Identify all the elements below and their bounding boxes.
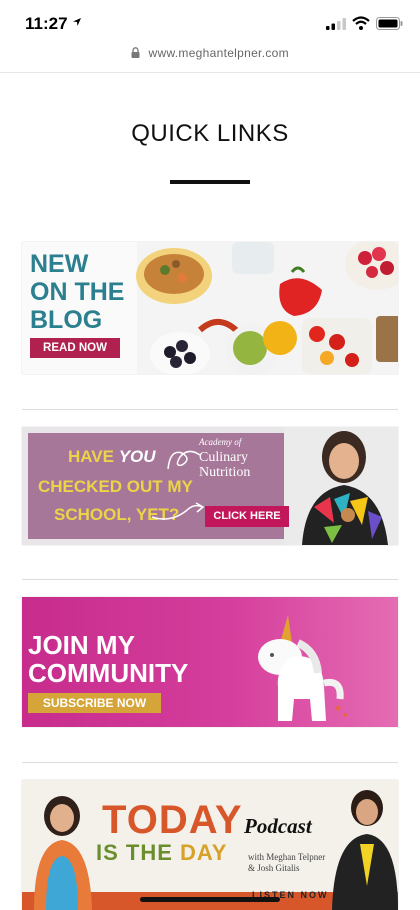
divider [22, 762, 398, 763]
home-indicator[interactable] [140, 897, 280, 902]
click-here-button[interactable]: CLICK HERE [205, 506, 289, 527]
banner-line: CHECKED OUT MY [38, 477, 193, 496]
swirl-arrow-icon [167, 450, 201, 470]
title-underline [170, 180, 250, 184]
divider [22, 409, 398, 410]
banner-heading-line: NEW [30, 250, 89, 278]
banner-line: HAVE YOU [68, 447, 156, 466]
podcast-label: Podcast [244, 814, 312, 838]
divider [22, 579, 398, 580]
today-title: TODAY [102, 798, 243, 842]
wifi-icon [352, 16, 370, 30]
academy-banner[interactable]: HAVE YOU CHECKED OUT MY SCHOOL, YET? Aca… [22, 427, 398, 545]
new-on-blog-banner[interactable]: NEW ON THE BLOG READ NOW [22, 242, 398, 374]
lock-icon [131, 47, 140, 59]
location-arrow-icon [73, 18, 81, 26]
cellular-signal-icon [326, 18, 346, 30]
page-title: QUICK LINKS [131, 120, 289, 147]
banner-heading-line: COMMUNITY [28, 658, 189, 688]
banner-heading-line: ON THE [30, 278, 125, 306]
clock: 11:27 [25, 14, 68, 33]
url-text: www.meghantelpner.com [148, 45, 289, 60]
unicorn-figurine: ★ ★ [258, 615, 348, 721]
svg-text:★: ★ [342, 711, 348, 719]
is-the-day-title: IS THE DAY [96, 840, 228, 865]
person-photo [284, 427, 398, 545]
subscribe-now-button[interactable]: SUBSCRIBE NOW [28, 693, 161, 713]
food-illustration [136, 242, 398, 374]
battery-icon [376, 17, 403, 30]
status-bar: 11:27 [0, 0, 420, 44]
banner-heading-line: JOIN MY [28, 630, 135, 660]
read-now-button[interactable]: READ NOW [30, 338, 120, 358]
join-community-banner[interactable]: JOIN MY COMMUNITY SUBSCRIBE NOW ★ ★ [22, 597, 398, 727]
hosts-text: with Meghan Telpner & Josh Gitalis [248, 852, 326, 873]
podcast-banner[interactable]: TODAY IS THE DAY Podcast with Meghan Tel… [22, 780, 398, 910]
banner-heading-line: BLOG [30, 306, 103, 334]
swirl-arrow-icon [151, 502, 205, 520]
svg-text:★: ★ [334, 704, 342, 714]
academy-logo: Academy of Culinary Nutrition [199, 437, 251, 480]
address-bar[interactable]: www.meghantelpner.com [0, 44, 420, 73]
